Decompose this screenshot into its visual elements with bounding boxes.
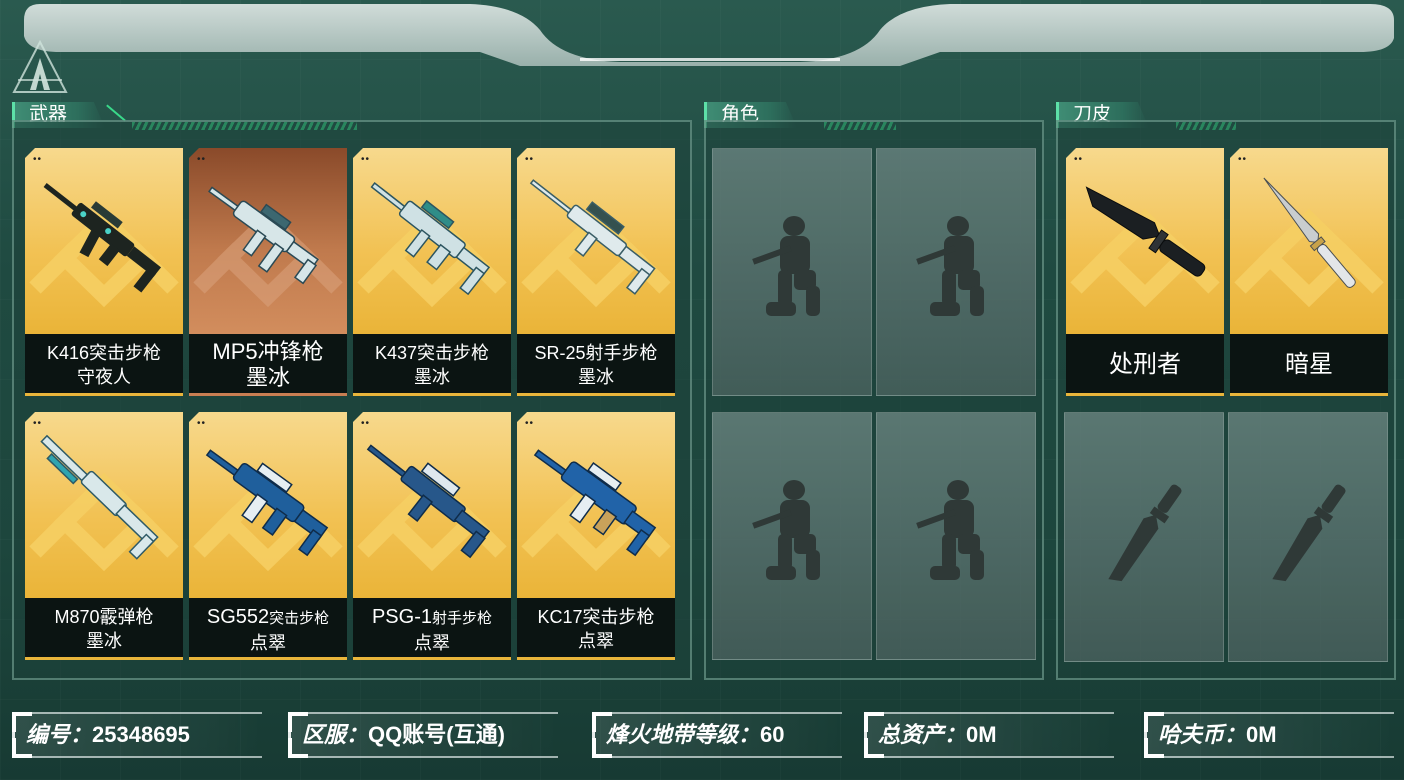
- assets-label: 总资产：: [878, 722, 967, 747]
- app-logo-icon: [12, 39, 68, 96]
- rifle-icon: [43, 183, 162, 293]
- info-text: 编号：25348695: [26, 712, 190, 758]
- weapon-card-label: K416突击步枪 守夜人: [25, 334, 183, 396]
- character-slot-empty[interactable]: [876, 412, 1036, 660]
- weapon-name: K437突击步枪: [374, 343, 490, 363]
- weapon-type: 突击步枪: [269, 610, 330, 627]
- weapon-name: MP5冲锋枪: [212, 339, 324, 364]
- weapon-skin-name: 墨冰: [245, 365, 290, 390]
- knife-card-label: 处刑者: [1066, 334, 1224, 396]
- weapon-card-label: PSG-1射手步枪 点翠: [353, 598, 511, 660]
- card-art: ••: [517, 412, 675, 598]
- weapon-card-label: K437突击步枪 墨冰: [353, 334, 511, 396]
- coin-value: 0M: [1246, 722, 1277, 747]
- weapon-card-m870[interactable]: •• M870霰弹枪 墨冰: [25, 412, 183, 660]
- weapon-skin-name: 墨冰: [86, 631, 122, 651]
- character-slot-empty[interactable]: [712, 148, 872, 396]
- weapon-card-k437[interactable]: •• K437突击步枪 墨冰: [353, 148, 511, 396]
- top-header-bar: [20, 0, 1394, 66]
- blade-knife-icon: [1263, 177, 1356, 288]
- weapon-name: SR-25射手步枪: [534, 343, 658, 363]
- weapon-type: 射手步枪: [432, 610, 493, 627]
- level-value: 60: [760, 722, 785, 747]
- weapon-name: M870霰弹枪: [54, 607, 154, 627]
- weapon-card-mp5[interactable]: •• MP5冲锋枪 墨冰: [189, 148, 347, 396]
- hafu-coin-info: 哈夫币：0M: [1144, 712, 1394, 758]
- knife-silhouette-icon: [1272, 484, 1346, 582]
- soldier-silhouette-icon: [916, 480, 984, 580]
- rifle-icon: [370, 182, 491, 296]
- soldier-silhouette-icon: [752, 480, 820, 580]
- weapon-card-kc17[interactable]: •• KC17突击步枪 点翠: [517, 412, 675, 660]
- rifle-icon: [205, 449, 329, 557]
- knife-slot-empty[interactable]: [1064, 412, 1224, 662]
- weapon-skin-name: 点翠: [578, 631, 614, 651]
- shotgun-icon: [40, 434, 159, 560]
- combat-knife-icon: [1085, 186, 1206, 277]
- info-text: 区服：QQ账号(互通): [302, 712, 505, 758]
- level-label: 烽火地带等级：: [606, 722, 761, 747]
- weapon-skin-name: 墨冰: [414, 367, 450, 387]
- marksman-rifle-icon: [366, 444, 491, 559]
- soldier-silhouette-icon: [752, 216, 820, 316]
- info-text: 烽火地带等级：60: [606, 712, 785, 758]
- knife-card-executioner[interactable]: •• 处刑者: [1066, 148, 1224, 396]
- card-art: ••: [25, 412, 183, 598]
- smg-icon: [208, 186, 319, 285]
- card-art: ••: [25, 148, 183, 334]
- info-text: 哈夫币：0M: [1158, 712, 1277, 758]
- weapon-card-k416[interactable]: •• K416突击步枪 守夜人: [25, 148, 183, 396]
- weapon-card-label: SG552突击步枪 点翠: [189, 598, 347, 660]
- weapon-model: SG552: [206, 606, 270, 628]
- character-slot-empty[interactable]: [712, 412, 872, 660]
- assets-value: 0M: [966, 722, 997, 747]
- knife-card-label: 暗星: [1230, 334, 1388, 396]
- weapon-name: SG552突击步枪: [189, 605, 347, 631]
- weapon-model: PSG-1: [371, 606, 432, 628]
- weapon-name: K416突击步枪: [46, 343, 162, 363]
- id-value: 25348695: [92, 722, 190, 747]
- knife-slot-empty[interactable]: [1228, 412, 1388, 662]
- card-art: ••: [189, 148, 347, 334]
- weapon-card-label: MP5冲锋枪 墨冰: [189, 334, 347, 396]
- knife-silhouette-icon: [1108, 484, 1182, 582]
- server-value: QQ账号(互通): [368, 722, 505, 747]
- zone-level-info: 烽火地带等级：60: [592, 712, 842, 758]
- weapon-card-psg1[interactable]: •• PSG-1射手步枪 点翠: [353, 412, 511, 660]
- card-art: ••: [517, 148, 675, 334]
- weapon-name: KC17突击步枪: [537, 607, 655, 627]
- coin-label: 哈夫币：: [1158, 722, 1247, 747]
- weapon-card-label: SR-25射手步枪 墨冰: [517, 334, 675, 396]
- weapon-card-sr25[interactable]: •• SR-25射手步枪 墨冰: [517, 148, 675, 396]
- account-id-info: 编号：25348695: [12, 712, 262, 758]
- card-art: ••: [1066, 148, 1224, 334]
- weapon-card-sg552[interactable]: •• SG552突击步枪 点翠: [189, 412, 347, 660]
- card-art: ••: [1230, 148, 1388, 334]
- sniper-rifle-icon: [529, 179, 656, 295]
- weapon-name: PSG-1射手步枪: [353, 605, 511, 631]
- weapon-skin-name: 点翠: [250, 633, 286, 653]
- weapon-skin-name: 墨冰: [578, 367, 614, 387]
- weapon-skin-name: 点翠: [414, 633, 450, 653]
- weapon-card-label: KC17突击步枪 点翠: [517, 598, 675, 660]
- rifle-icon: [533, 449, 657, 557]
- server-info: 区服：QQ账号(互通): [288, 712, 558, 758]
- knife-card-dark-star[interactable]: •• 暗星: [1230, 148, 1388, 396]
- weapon-skin-name: 守夜人: [77, 367, 131, 387]
- soldier-silhouette-icon: [916, 216, 984, 316]
- card-art: ••: [353, 148, 511, 334]
- card-art: ••: [353, 412, 511, 598]
- weapon-card-label: M870霰弹枪 墨冰: [25, 598, 183, 660]
- card-art: ••: [189, 412, 347, 598]
- server-label: 区服：: [302, 722, 369, 747]
- info-text: 总资产：0M: [878, 712, 997, 758]
- character-slot-empty[interactable]: [876, 148, 1036, 396]
- id-label: 编号：: [26, 722, 93, 747]
- header-accent: [106, 104, 126, 122]
- total-assets-info: 总资产：0M: [864, 712, 1114, 758]
